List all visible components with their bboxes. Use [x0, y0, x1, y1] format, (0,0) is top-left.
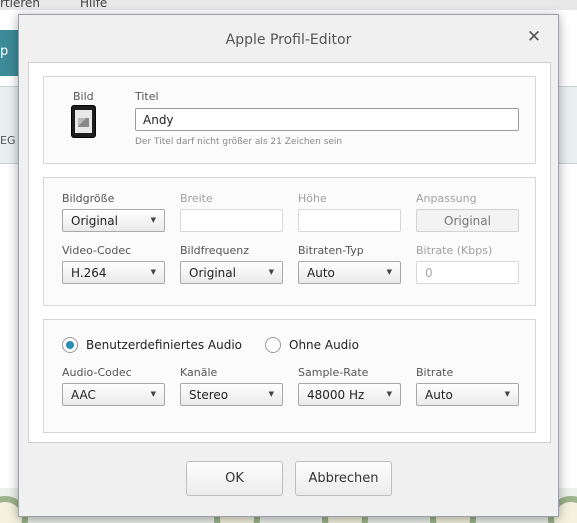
bitrate-type-select[interactable]: Auto ▼	[298, 261, 401, 284]
title-hint: Der Titel darf nicht größer als 21 Zeich…	[135, 137, 343, 147]
framerate-select[interactable]: Original ▼	[180, 261, 283, 284]
samplerate-select[interactable]: 48000 Hz ▼	[298, 383, 401, 406]
channels-label: Kanäle	[180, 366, 218, 379]
chevron-down-icon: ▼	[150, 216, 156, 224]
bitrate-type-value: Auto	[307, 266, 335, 280]
profile-group: Bild Titel Der Titel darf nicht größer a…	[43, 76, 536, 164]
bitrate-type-label: Bitraten-Typ	[298, 244, 364, 257]
bildgroesse-label: Bildgröße	[62, 192, 115, 205]
custom-audio-label[interactable]: Benutzerdefiniertes Audio	[86, 338, 242, 352]
audio-codec-label: Audio-Codec	[62, 366, 132, 379]
profile-editor-dialog: Apple Profil-Editor ✕ Bild Titel Der Tit…	[18, 14, 559, 517]
video-codec-select[interactable]: H.264 ▼	[62, 261, 165, 284]
chevron-down-icon: ▼	[386, 390, 392, 398]
audio-codec-select[interactable]: AAC ▼	[62, 383, 165, 406]
chevron-down-icon: ▼	[386, 268, 392, 276]
tablet-icon[interactable]	[71, 105, 96, 138]
audio-codec-value: AAC	[71, 388, 96, 402]
custom-audio-radio[interactable]	[62, 337, 78, 353]
background-menu-help[interactable]: Hilfe	[80, 0, 107, 10]
hoehe-field[interactable]	[298, 209, 401, 232]
video-codec-value: H.264	[71, 266, 107, 280]
anpassung-label: Anpassung	[416, 192, 477, 205]
settings-panel: Bild Titel Der Titel darf nicht größer a…	[28, 62, 551, 443]
title-input[interactable]	[135, 108, 519, 131]
bitrate-label: Bitrate (Kbps)	[416, 244, 493, 257]
samplerate-value: 48000 Hz	[307, 388, 365, 402]
bildgroesse-select[interactable]: Original ▼	[62, 209, 165, 232]
chevron-down-icon: ▼	[150, 268, 156, 276]
chevron-down-icon: ▼	[150, 390, 156, 398]
tablet-screen	[75, 110, 92, 133]
no-audio-radio[interactable]	[265, 337, 281, 353]
bildgroesse-value: Original	[71, 214, 118, 228]
anpassung-button[interactable]: Original	[416, 209, 519, 232]
bitrate-field[interactable]: 0	[416, 261, 519, 284]
audio-bitrate-value: Auto	[425, 388, 453, 402]
chevron-down-icon: ▼	[504, 390, 510, 398]
background-menu-export[interactable]: rtieren	[0, 0, 40, 10]
breite-label: Breite	[180, 192, 213, 205]
chevron-down-icon: ▼	[268, 268, 274, 276]
video-codec-label: Video-Codec	[62, 244, 132, 257]
chevron-down-icon: ▼	[268, 390, 274, 398]
channels-select[interactable]: Stereo ▼	[180, 383, 283, 406]
framerate-value: Original	[189, 266, 236, 280]
background-side-label: EG	[0, 134, 16, 147]
channels-value: Stereo	[189, 388, 229, 402]
samplerate-label: Sample-Rate	[298, 366, 369, 379]
cancel-button[interactable]: Abbrechen	[295, 461, 392, 496]
no-audio-label[interactable]: Ohne Audio	[289, 338, 359, 352]
ok-button[interactable]: OK	[186, 461, 283, 496]
breite-field[interactable]	[180, 209, 283, 232]
audio-group: Benutzerdefiniertes Audio Ohne Audio Aud…	[43, 319, 536, 433]
audio-bitrate-label: Bitrate	[416, 366, 454, 379]
hoehe-label: Höhe	[298, 192, 327, 205]
audio-bitrate-select[interactable]: Auto ▼	[416, 383, 519, 406]
background-teal-tab-label: p	[0, 44, 9, 59]
video-group: Bildgröße Original ▼ Breite Höhe Anpassu…	[43, 177, 536, 306]
dialog-title: Apple Profil-Editor	[225, 32, 352, 48]
close-icon[interactable]: ✕	[526, 29, 542, 46]
framerate-label: Bildfrequenz	[180, 244, 250, 257]
image-label: Bild	[73, 90, 94, 103]
title-label: Titel	[135, 90, 159, 103]
